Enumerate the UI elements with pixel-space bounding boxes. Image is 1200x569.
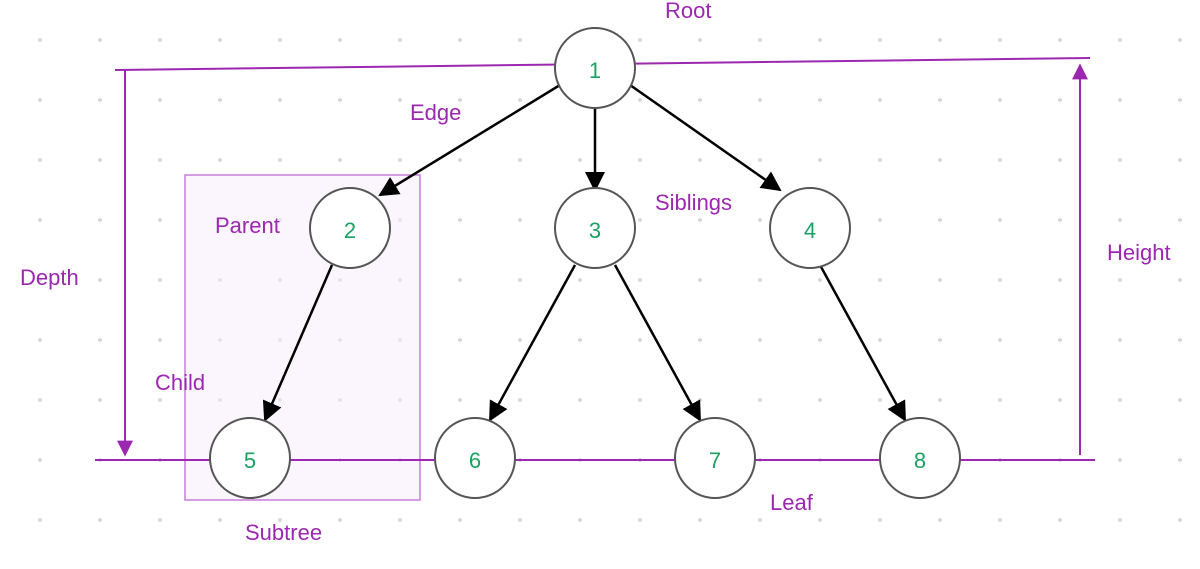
tree-diagram: 1 2 3 4 5 6 7 8 Root Edge Parent Sibling… xyxy=(0,0,1200,569)
node-1: 1 xyxy=(555,28,635,108)
node-7-label: 7 xyxy=(709,448,721,473)
edge-1-4 xyxy=(630,85,780,190)
edge-1-2 xyxy=(380,85,560,195)
node-3: 3 xyxy=(555,188,635,268)
node-4-label: 4 xyxy=(804,218,816,243)
node-5: 5 xyxy=(210,418,290,498)
edge-4-8 xyxy=(820,265,905,420)
node-3-label: 3 xyxy=(589,218,601,243)
node-8: 8 xyxy=(880,418,960,498)
node-1-label: 1 xyxy=(589,58,601,83)
node-7: 7 xyxy=(675,418,755,498)
edge-3-6 xyxy=(490,265,575,420)
parent-label: Parent xyxy=(215,213,280,238)
node-8-label: 8 xyxy=(914,448,926,473)
edge-3-7 xyxy=(615,265,700,420)
node-4: 4 xyxy=(770,188,850,268)
node-5-label: 5 xyxy=(244,448,256,473)
depth-label: Depth xyxy=(20,265,79,290)
node-2-label: 2 xyxy=(344,218,356,243)
node-2: 2 xyxy=(310,188,390,268)
node-6-label: 6 xyxy=(469,448,481,473)
subtree-label: Subtree xyxy=(245,520,322,545)
siblings-label: Siblings xyxy=(655,190,732,215)
height-label: Height xyxy=(1107,240,1171,265)
leaf-label: Leaf xyxy=(770,490,814,515)
child-label: Child xyxy=(155,370,205,395)
node-6: 6 xyxy=(435,418,515,498)
edge-label: Edge xyxy=(410,100,461,125)
root-label: Root xyxy=(665,0,711,23)
